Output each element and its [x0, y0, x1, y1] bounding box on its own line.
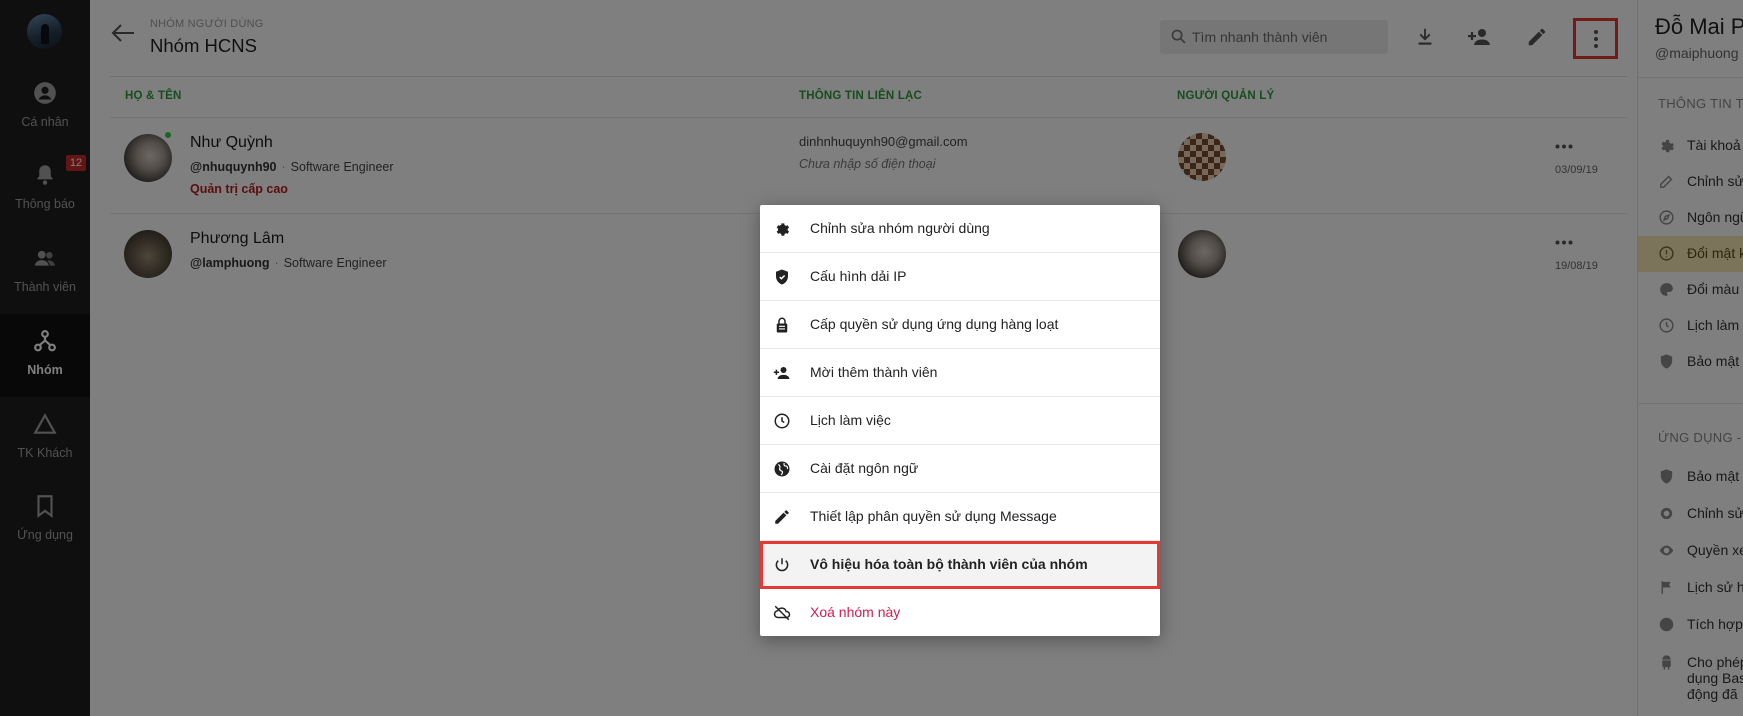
person-add-icon	[773, 367, 790, 379]
menu-item-label: Cấp quyền sử dụng ứng dụng hàng loạt	[810, 316, 1059, 332]
menu-item-edit-group[interactable]: Chỉnh sửa nhóm người dùng	[760, 205, 1160, 253]
menu-item-label: Vô hiệu hóa toàn bộ thành viên của nhóm	[810, 556, 1088, 572]
menu-item-label: Thiết lập phân quyền sử dụng Message	[810, 508, 1057, 524]
clock-icon	[774, 413, 790, 429]
menu-item-ip-config[interactable]: Cấu hình dải IP	[760, 253, 1160, 301]
menu-item-delete-group[interactable]: Xoá nhóm này	[760, 589, 1160, 637]
menu-item-bulk-app-permission[interactable]: Cấp quyền sử dụng ứng dụng hàng loạt	[760, 301, 1160, 349]
lock-icon	[776, 317, 788, 333]
shield-icon	[776, 269, 788, 285]
menu-item-invite-members[interactable]: Mời thêm thành viên	[760, 349, 1160, 397]
menu-item-disable-all-members[interactable]: Vô hiệu hóa toàn bộ thành viên của nhóm	[760, 541, 1160, 589]
menu-item-label: Xoá nhóm này	[810, 604, 901, 620]
menu-item-label: Mời thêm thành viên	[810, 364, 938, 380]
menu-item-language-settings[interactable]: Cài đặt ngôn ngữ	[760, 445, 1160, 493]
gear-icon	[776, 223, 790, 236]
group-actions-menu: Chỉnh sửa nhóm người dùng Cấu hình dải I…	[760, 205, 1160, 636]
globe-icon	[774, 461, 790, 477]
menu-item-message-permission[interactable]: Thiết lập phân quyền sử dụng Message	[760, 493, 1160, 541]
menu-item-label: Chỉnh sửa nhóm người dùng	[810, 220, 990, 236]
menu-item-work-schedule[interactable]: Lịch làm việc	[760, 397, 1160, 445]
menu-item-label: Cấu hình dải IP	[810, 268, 907, 284]
cloud-off-icon	[773, 605, 791, 621]
menu-item-label: Cài đặt ngôn ngữ	[810, 460, 919, 476]
power-icon	[775, 558, 789, 572]
pencil-icon	[775, 510, 789, 524]
menu-item-label: Lịch làm việc	[810, 412, 891, 428]
